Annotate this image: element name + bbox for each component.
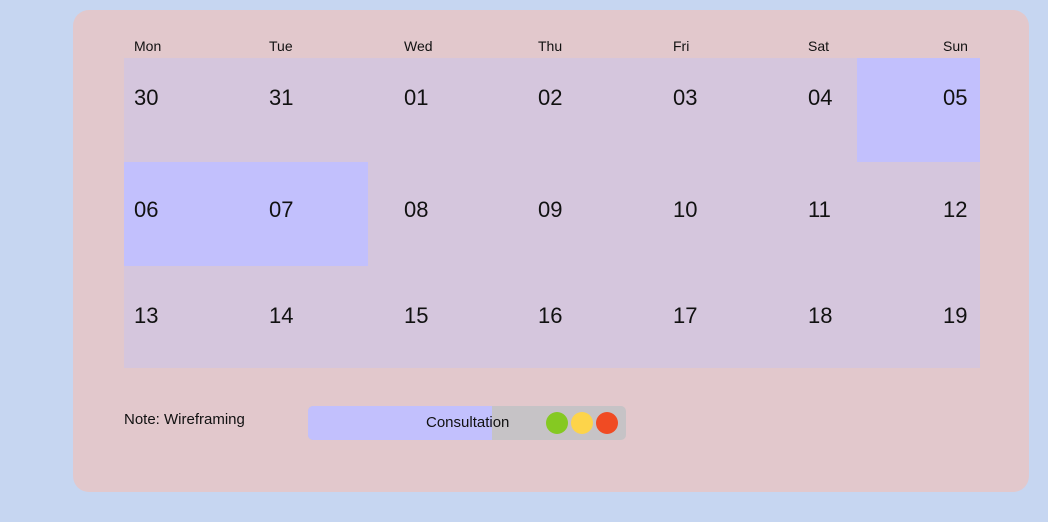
status-label: Consultation	[426, 414, 510, 431]
weekday-mon: Mon	[134, 38, 162, 54]
day-cell[interactable]: 31	[269, 85, 293, 111]
day-cell-selected[interactable]: 05	[943, 85, 967, 111]
day-cell[interactable]: 02	[538, 85, 562, 111]
weekday-tue: Tue	[269, 38, 293, 54]
highlight-range-week2	[124, 162, 368, 266]
weekday-header: Mon Tue Wed Thu Fri Sat Sun	[124, 36, 980, 56]
day-cell[interactable]: 13	[134, 303, 158, 329]
day-cell[interactable]: 14	[269, 303, 293, 329]
green-status-dot[interactable]	[546, 412, 568, 434]
note-text: Note: Wireframing	[124, 411, 245, 428]
day-cell[interactable]: 18	[808, 303, 832, 329]
consultation-status-bar[interactable]: Consultation	[308, 406, 626, 440]
day-cell[interactable]: 16	[538, 303, 562, 329]
day-cell[interactable]: 11	[808, 197, 831, 223]
weekday-fri: Fri	[673, 38, 690, 54]
day-cell[interactable]: 12	[943, 197, 967, 223]
day-cell[interactable]: 03	[673, 85, 697, 111]
red-status-dot[interactable]	[596, 412, 618, 434]
day-cell[interactable]: 08	[404, 197, 428, 223]
calendar-grid: 30 31 01 02 03 04 05 06 07 08 09 10 11 1…	[124, 58, 980, 368]
day-cell[interactable]: 17	[673, 303, 697, 329]
weekday-sat: Sat	[808, 38, 830, 54]
day-cell[interactable]: 04	[808, 85, 832, 111]
day-cell[interactable]: 15	[404, 303, 428, 329]
weekday-wed: Wed	[404, 38, 433, 54]
day-cell[interactable]: 10	[673, 197, 697, 223]
day-cell-selected[interactable]: 06	[134, 197, 158, 223]
weekday-sun: Sun	[943, 38, 968, 54]
day-cell-selected[interactable]: 07	[269, 197, 293, 223]
day-cell[interactable]: 09	[538, 197, 562, 223]
day-cell[interactable]: 19	[943, 303, 967, 329]
day-cell[interactable]: 01	[404, 85, 428, 111]
yellow-status-dot[interactable]	[571, 412, 593, 434]
day-cell[interactable]: 30	[134, 85, 158, 111]
weekday-thu: Thu	[538, 38, 563, 54]
